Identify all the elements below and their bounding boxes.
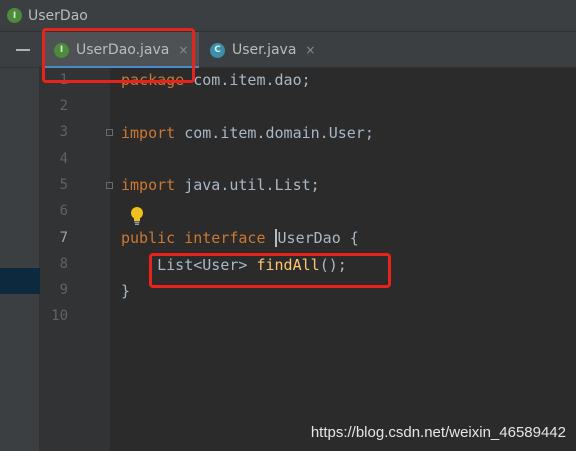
tab-label: User.java (232, 42, 297, 58)
line-number: 4 (59, 151, 68, 167)
keyword: public (121, 229, 176, 247)
code-line-7: public interface UserDao { (121, 229, 359, 247)
code-line-9: } (121, 282, 130, 300)
tool-strip-selection (0, 268, 40, 294)
keyword: interface (184, 229, 266, 247)
closing-brace: } (121, 282, 131, 300)
minimize-icon[interactable] (16, 49, 30, 51)
code-line-3: import com.item.domain.User; (121, 124, 374, 142)
interface-name: UserDao (274, 229, 341, 247)
class-icon: C (210, 42, 225, 58)
line-number: 6 (59, 203, 68, 219)
keyword: import (121, 176, 176, 194)
line-number: 10 (51, 308, 68, 324)
current-line-number: 7 (59, 230, 68, 246)
code-text: com.item.dao; (184, 71, 311, 89)
line-number: 3 (59, 124, 68, 140)
project-tool-strip (0, 68, 40, 451)
highlight-box-tab (42, 28, 195, 83)
line-number: 8 (59, 256, 68, 272)
code-text: com.item.domain.User; (175, 124, 374, 142)
interface-icon: I (7, 8, 22, 23)
code-line-5: import java.util.List; (121, 176, 320, 194)
highlight-box-method (149, 253, 391, 288)
close-icon[interactable]: × (305, 43, 315, 57)
line-number: 5 (59, 177, 68, 193)
code-text: java.util.List; (175, 176, 320, 194)
tab-user-java[interactable]: C User.java × (200, 32, 330, 68)
fold-marker-icon[interactable] (106, 129, 113, 136)
fold-marker-icon[interactable] (106, 182, 113, 189)
code-text: { (340, 229, 359, 247)
keyword: import (121, 124, 176, 142)
lightbulb-icon[interactable] (130, 206, 144, 226)
window-title: UserDao (28, 7, 88, 24)
line-number: 2 (59, 98, 68, 114)
watermark: https://blog.csdn.net/weixin_46589442 (310, 424, 566, 441)
line-number: 9 (59, 282, 68, 298)
